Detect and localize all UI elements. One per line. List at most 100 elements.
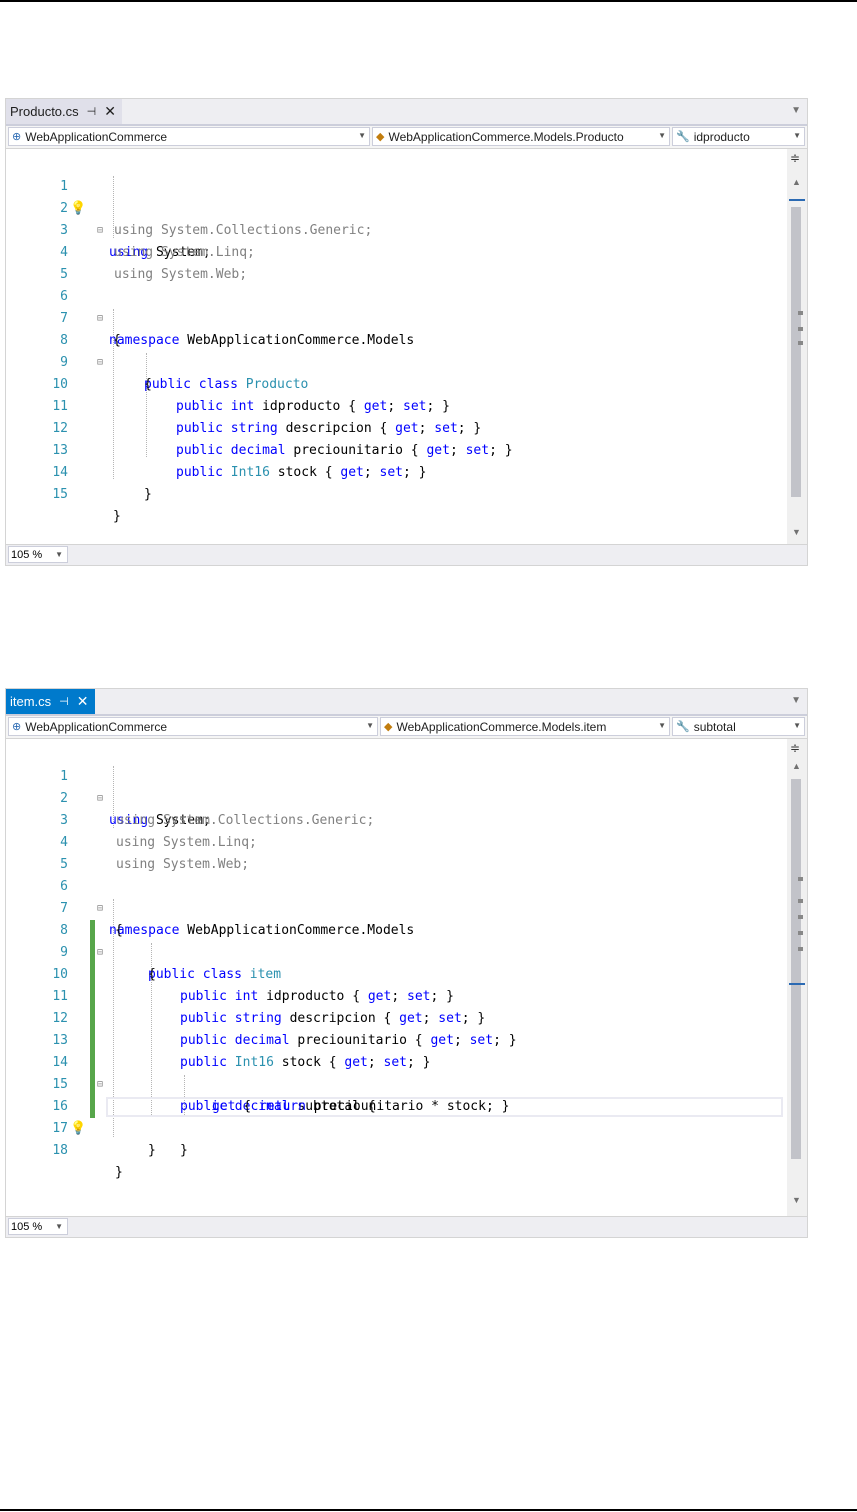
project-name: WebApplicationCommerce xyxy=(25,719,168,734)
vertical-scrollbar[interactable]: ≑ ▲ ▼ xyxy=(787,149,807,544)
code-line: 12 public decimal preciounitario { get; … xyxy=(6,986,787,1048)
code-line: 6 ⊟ namespace WebApplicationCommerce.Mod… xyxy=(6,264,787,348)
scroll-up-icon[interactable]: ▲ xyxy=(792,761,801,771)
pin-icon[interactable]: ⊣ xyxy=(87,105,97,118)
code-text: } xyxy=(180,1143,188,1158)
code-line: 8 ⊟ public class Producto xyxy=(6,308,787,392)
scroll-thumb[interactable] xyxy=(791,207,801,497)
code-line: 3 using System.Linq; xyxy=(6,788,787,850)
chevron-down-icon: ▼ xyxy=(55,1222,63,1231)
code-line: 8 ⊟ public class item xyxy=(6,898,787,982)
zoom-level: 105 % xyxy=(11,549,43,561)
tab-label: item.cs xyxy=(10,694,52,709)
split-icon[interactable]: ≑ xyxy=(790,741,800,755)
scroll-marker xyxy=(798,915,803,919)
scroll-marker xyxy=(798,899,803,903)
code-editor-producto: Producto.cs ⊣ ✕ ▼ ⊕ WebApplicationCommer… xyxy=(5,98,808,566)
chevron-down-icon: ▼ xyxy=(793,131,801,140)
zoom-dropdown[interactable]: 105 % ▼ xyxy=(8,546,68,563)
chevron-down-icon: ▼ xyxy=(658,131,666,140)
code-area[interactable]: 1 💡 ⊟ using System; 2 using System.Colle… xyxy=(6,149,787,544)
code-line: 18 } xyxy=(6,1118,787,1180)
member-name: idproducto xyxy=(693,129,750,144)
code-line: 9 { xyxy=(6,330,787,392)
code-line: 11 public string descripcion { get; set;… xyxy=(6,964,787,1026)
code-line: 2 using System.Collections.Generic; xyxy=(6,766,787,828)
code-line: 10 public int idproducto { get; set; } xyxy=(6,942,787,1004)
scroll-marker xyxy=(798,947,803,951)
code-line: 9 { xyxy=(6,920,787,982)
code-line: 2 using System.Collections.Generic; xyxy=(6,176,787,238)
code-line: 17 } xyxy=(6,1096,787,1158)
class-dropdown[interactable]: ◆ WebApplicationCommerce.Models.Producto… xyxy=(372,127,670,146)
close-icon[interactable]: ✕ xyxy=(77,693,89,710)
code-line: 4 using System.Web; xyxy=(6,220,787,282)
code-line: 7 { xyxy=(6,876,787,938)
code-text: } xyxy=(115,1165,123,1180)
scroll-marker xyxy=(798,877,803,881)
code-text: } xyxy=(148,1143,156,1158)
code-line: 16 💡 } xyxy=(6,1074,787,1158)
zoom-level: 105 % xyxy=(11,1221,43,1233)
class-icon: ◆ xyxy=(376,131,385,143)
code-line: 12 public decimal preciounitario { get; … xyxy=(6,396,787,458)
code-line: 15 get { return preciounitario * stock; … xyxy=(6,1052,787,1114)
page-top-rule xyxy=(0,0,857,2)
member-name: subtotal xyxy=(693,719,736,734)
tab-producto-cs[interactable]: Producto.cs ⊣ ✕ xyxy=(6,99,122,124)
zoom-dropdown[interactable]: 105 % ▼ xyxy=(8,1218,68,1235)
code-line: 13 public Int16 stock { get; set; } xyxy=(6,418,787,480)
navigation-bar: ⊕ WebApplicationCommerce ▼ ◆ WebApplicat… xyxy=(6,126,807,149)
tab-strip: item.cs ⊣ ✕ ▼ xyxy=(6,689,807,716)
chevron-down-icon: ▼ xyxy=(366,721,374,730)
code-line: 1 💡 ⊟ using System; xyxy=(6,154,787,260)
code-line: 14 } xyxy=(6,440,787,502)
code-text: } xyxy=(113,509,121,524)
line-number: 18 xyxy=(52,1143,68,1158)
vertical-scrollbar[interactable]: ≑ ▲ ▼ xyxy=(787,739,807,1216)
code-line: 1 ⊟ using System; xyxy=(6,744,787,828)
scroll-down-icon[interactable]: ▼ xyxy=(792,527,801,537)
code-line: 10 public int idproducto { get; set; } xyxy=(6,352,787,414)
code-line: 6 ⊟ namespace WebApplicationCommerce.Mod… xyxy=(6,854,787,938)
code-line: 7 { xyxy=(6,286,787,348)
class-dropdown[interactable]: ◆ WebApplicationCommerce.Models.item ▼ xyxy=(380,717,670,736)
navigation-bar: ⊕ WebApplicationCommerce ▼ ◆ WebApplicat… xyxy=(6,716,807,739)
project-dropdown[interactable]: ⊕ WebApplicationCommerce ▼ xyxy=(8,127,370,146)
code-area[interactable]: 1 ⊟ using System; 2 using System.Collect… xyxy=(6,739,787,1216)
tab-menu-dropdown-icon[interactable]: ▼ xyxy=(791,695,801,706)
code-text: } xyxy=(144,487,152,502)
chevron-down-icon: ▼ xyxy=(793,721,801,730)
class-icon: ◆ xyxy=(384,721,393,733)
scroll-thumb[interactable] xyxy=(791,779,801,1159)
code-line: 14 ⊟ public decimal subtotal { xyxy=(6,1030,787,1114)
code-editor-item: item.cs ⊣ ✕ ▼ ⊕ WebApplicationCommerce ▼… xyxy=(5,688,808,1238)
wrench-icon: 🔧 xyxy=(676,721,690,733)
split-icon[interactable]: ≑ xyxy=(790,151,800,165)
scroll-down-icon[interactable]: ▼ xyxy=(792,1195,801,1205)
line-number: 15 xyxy=(52,487,68,502)
code-line: 15 } xyxy=(6,462,787,524)
tab-item-cs[interactable]: item.cs ⊣ ✕ xyxy=(6,689,95,714)
tab-menu-dropdown-icon[interactable]: ▼ xyxy=(791,105,801,116)
scroll-marker xyxy=(798,931,803,935)
editor-status-bar: 105 % ▼ xyxy=(6,544,807,565)
scroll-marker xyxy=(798,311,803,315)
member-dropdown[interactable]: 🔧 subtotal ▼ xyxy=(672,717,805,736)
chevron-down-icon: ▼ xyxy=(658,721,666,730)
chevron-down-icon: ▼ xyxy=(358,131,366,140)
page-bottom-rule xyxy=(0,1509,857,1511)
close-icon[interactable]: ✕ xyxy=(104,103,116,120)
code-line: 13 public Int16 stock { get; set; } xyxy=(6,1008,787,1070)
pin-icon[interactable]: ⊣ xyxy=(59,695,69,708)
project-dropdown[interactable]: ⊕ WebApplicationCommerce ▼ xyxy=(8,717,378,736)
code-line: 5 xyxy=(6,242,787,282)
member-dropdown[interactable]: 🔧 idproducto ▼ xyxy=(672,127,805,146)
class-name: WebApplicationCommerce.Models.Producto xyxy=(388,129,624,144)
code-line: 11 public string descripcion { get; set;… xyxy=(6,374,787,436)
project-icon: ⊕ xyxy=(12,131,22,143)
code-line: 3 using System.Linq; xyxy=(6,198,787,260)
scroll-up-icon[interactable]: ▲ xyxy=(792,177,801,187)
scroll-position-marker xyxy=(789,199,805,201)
scroll-marker xyxy=(798,327,803,331)
